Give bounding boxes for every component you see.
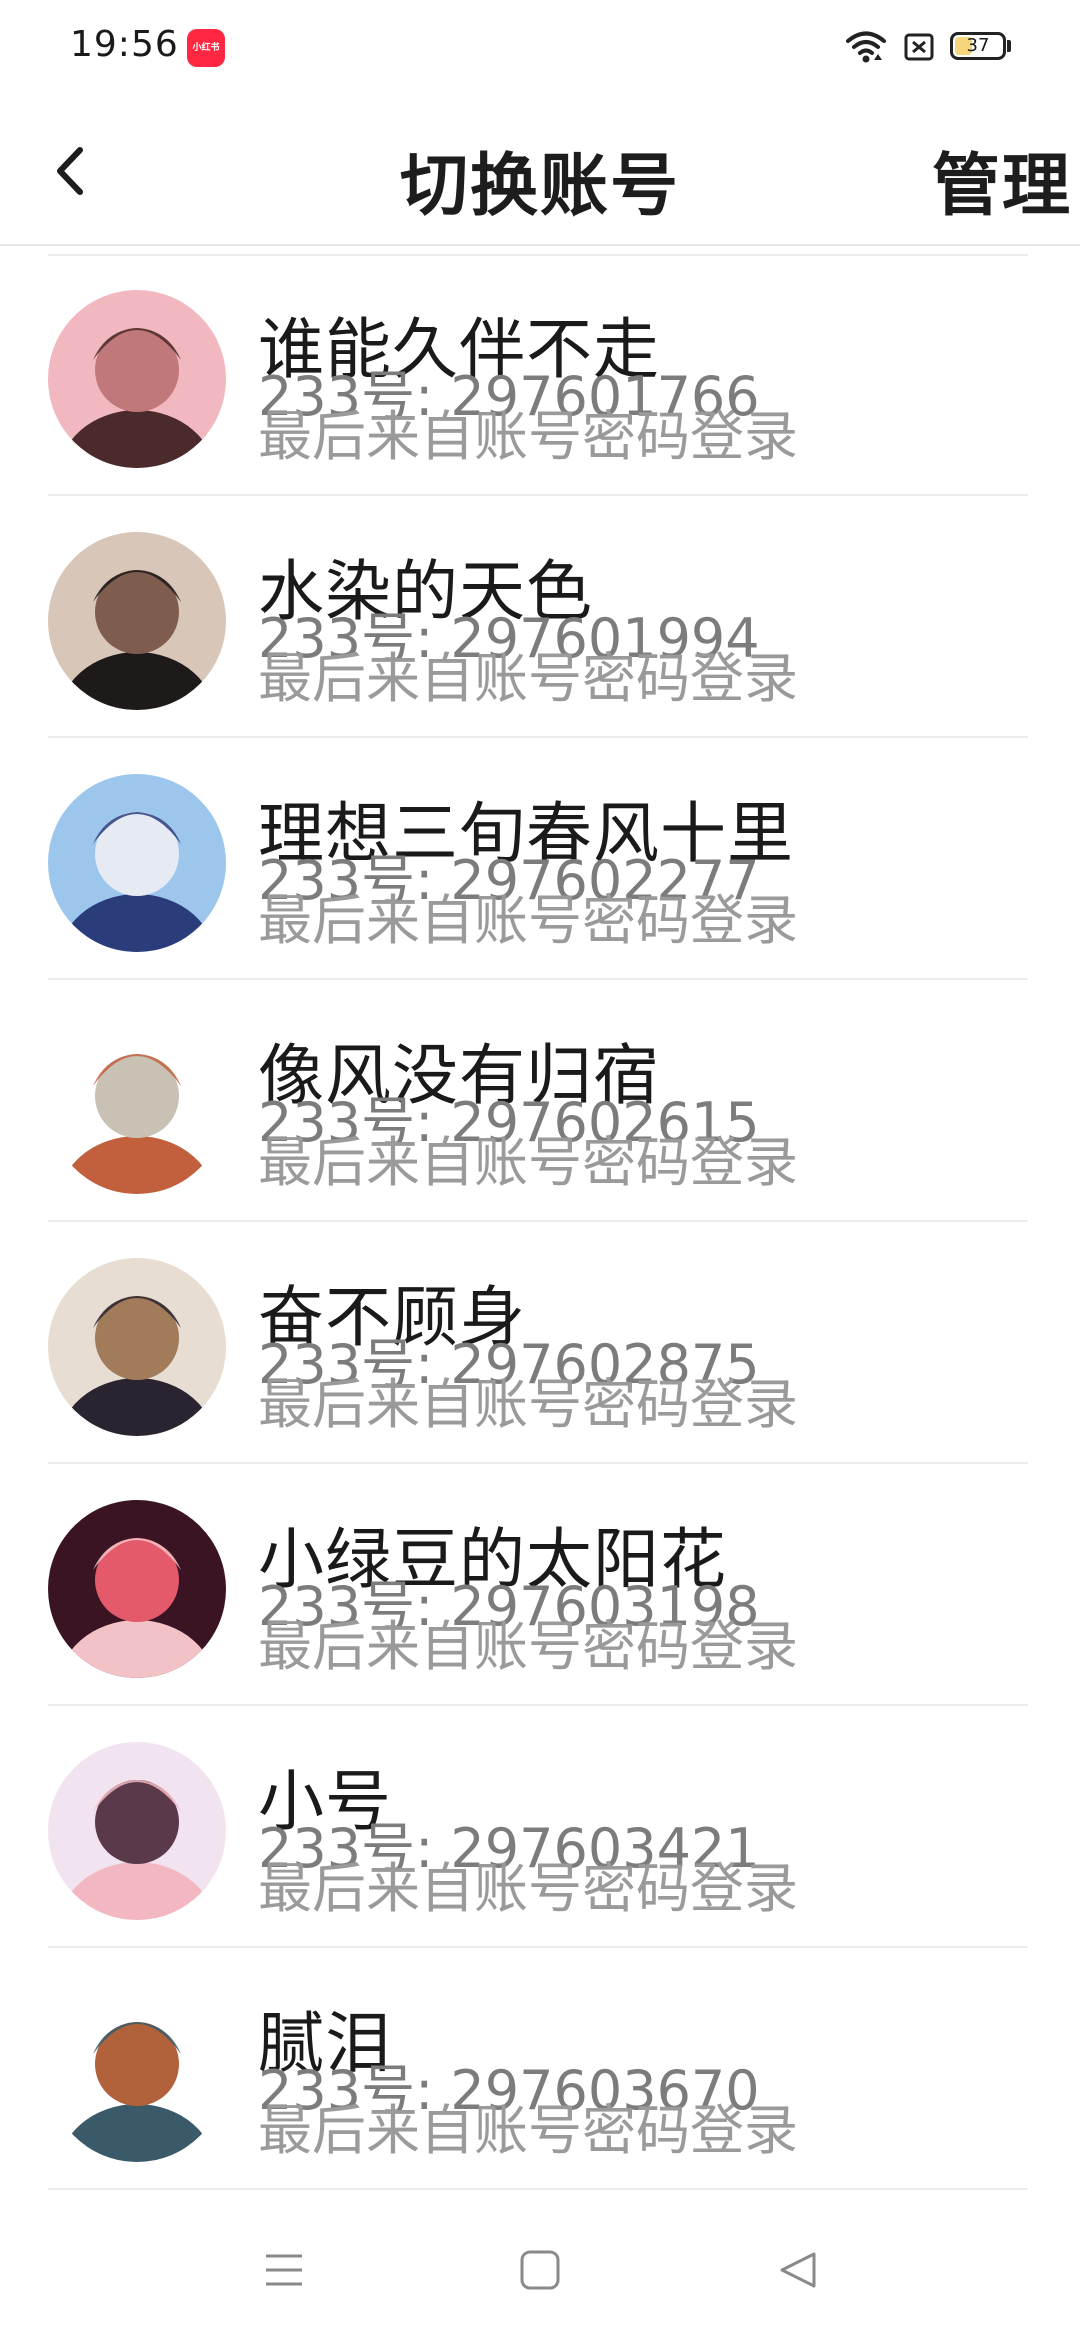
app-notification-icon: 小红书 (187, 29, 225, 67)
avatar (48, 1016, 226, 1194)
divider (48, 1462, 1028, 1464)
status-time: 19:56 (70, 24, 179, 65)
account-row[interactable]: 理想三旬春风十里 233号: 297602277 最后来自账号密码登录 (0, 740, 1080, 980)
battery-cap (1007, 40, 1011, 52)
account-row[interactable]: 水染的天色 233号: 297601994 最后来自账号密码登录 (0, 498, 1080, 738)
avatar (48, 1258, 226, 1436)
menu-icon[interactable] (262, 2248, 306, 2292)
wifi-icon (846, 31, 886, 63)
avatar (48, 1742, 226, 1920)
login-method-hint: 最后来自账号密码登录 (258, 1131, 798, 1194)
account-row[interactable]: 奋不顾身 233号: 297602875 最后来自账号密码登录 (0, 1224, 1080, 1464)
login-method-hint: 最后来自账号密码登录 (258, 647, 798, 710)
divider (48, 736, 1028, 738)
account-row[interactable]: 小绿豆的太阳花 233号: 297603198 最后来自账号密码登录 (0, 1466, 1080, 1706)
manage-button[interactable]: 管理 (932, 130, 1072, 229)
account-row[interactable]: 小号 233号: 297603421 最后来自账号密码登录 (0, 1708, 1080, 1948)
divider (48, 494, 1028, 496)
battery-level: 37 (966, 35, 990, 56)
status-bar: 19:56 小红书 37 (0, 0, 1080, 96)
back-triangle-icon[interactable] (776, 2248, 820, 2292)
divider (48, 2188, 1028, 2190)
avatar (48, 290, 226, 468)
app-badge-label: 小红书 (192, 43, 220, 53)
no-sim-icon (904, 33, 934, 61)
header-bar: 切换账号 管理 (0, 96, 1080, 246)
account-row[interactable]: 像风没有归宿 233号: 297602615 最后来自账号密码登录 (0, 982, 1080, 1222)
divider (48, 1704, 1028, 1706)
account-row[interactable]: 腻泪 233号: 297603670 最后来自账号密码登录 (0, 1950, 1080, 2190)
divider (48, 1220, 1028, 1222)
login-method-hint: 最后来自账号密码登录 (258, 405, 798, 468)
avatar (48, 774, 226, 952)
login-method-hint: 最后来自账号密码登录 (258, 1615, 798, 1678)
login-method-hint: 最后来自账号密码登录 (258, 2099, 798, 2162)
avatar (48, 1984, 226, 2162)
divider (48, 1946, 1028, 1948)
avatar (48, 1500, 226, 1678)
login-method-hint: 最后来自账号密码登录 (258, 1857, 798, 1920)
system-nav-bar (0, 2200, 1080, 2340)
battery-icon: 37 (950, 32, 1006, 60)
account-row[interactable]: 谁能久伴不走 233号: 297601766 最后来自账号密码登录 (0, 256, 1080, 496)
page-title: 切换账号 (399, 147, 680, 226)
avatar (48, 532, 226, 710)
home-square-icon[interactable] (518, 2248, 562, 2292)
login-method-hint: 最后来自账号密码登录 (258, 1373, 798, 1436)
login-method-hint: 最后来自账号密码登录 (258, 889, 798, 952)
divider (48, 978, 1028, 980)
switch-account-screen: 19:56 小红书 37 切换账号 管理 谁能久伴不走 233号: 297601… (0, 0, 1080, 2340)
